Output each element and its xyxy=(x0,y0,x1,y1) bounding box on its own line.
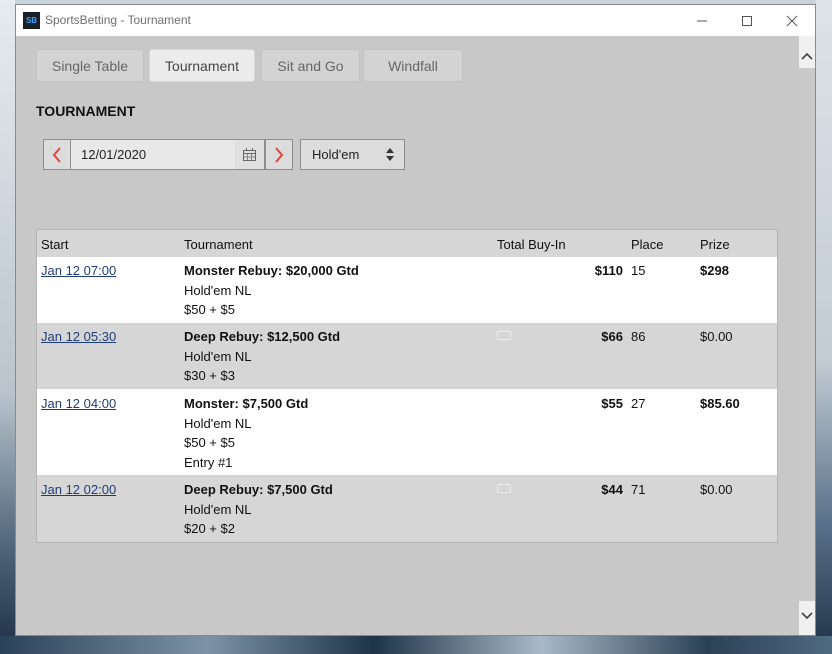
column-header-total-buy-in[interactable]: Total Buy-In xyxy=(497,237,566,252)
tournament-info: Deep Rebuy: $12,500 Gtd Hold'em NL $30 +… xyxy=(184,327,340,386)
tab-tournament[interactable]: Tournament xyxy=(149,49,255,82)
previous-date-button[interactable] xyxy=(43,139,71,170)
total-buy-in: $66 xyxy=(601,329,623,344)
tab-sit-and-go[interactable]: Sit and Go xyxy=(261,49,360,82)
calendar-icon xyxy=(243,148,256,161)
game-type-select[interactable]: Hold'em xyxy=(300,139,405,170)
main-content: Single Table Tournament Sit and Go Windf… xyxy=(16,36,799,635)
title-bar[interactable]: SB SportsBetting - Tournament xyxy=(16,5,815,36)
total-buy-in: $110 xyxy=(594,263,623,278)
total-buy-in: $44 xyxy=(601,482,623,497)
ticket-icon xyxy=(497,329,511,340)
desktop-background-right xyxy=(816,0,832,654)
place: 15 xyxy=(631,263,646,278)
place: 27 xyxy=(631,396,646,411)
start-time-link[interactable]: Jan 12 07:00 xyxy=(41,263,116,278)
table-row[interactable]: Jan 12 04:00 Monster: $7,500 Gtd Hold'em… xyxy=(37,389,777,475)
buy-in-fee: $20 + $2 xyxy=(184,521,235,536)
calendar-button[interactable] xyxy=(235,139,265,170)
tab-single-table[interactable]: Single Table xyxy=(36,49,144,82)
prize: $0.00 xyxy=(700,482,733,497)
tournament-info: Monster: $7,500 Gtd Hold'em NL $50 + $5 … xyxy=(184,394,308,472)
vertical-scrollbar[interactable] xyxy=(799,36,815,635)
scroll-up-button[interactable] xyxy=(799,46,815,66)
date-input[interactable]: 12/01/2020 xyxy=(70,139,236,170)
game-type: Hold'em NL xyxy=(184,415,252,431)
minimize-icon xyxy=(697,20,707,21)
tab-windfall[interactable]: Windfall xyxy=(363,49,463,82)
app-logo-icon: SB xyxy=(23,12,40,29)
maximize-icon xyxy=(742,15,752,26)
place: 71 xyxy=(631,482,646,497)
next-date-button[interactable] xyxy=(265,139,293,170)
sort-arrows-icon xyxy=(386,148,394,161)
start-time-link[interactable]: Jan 12 02:00 xyxy=(41,482,116,497)
tournament-table: Start Tournament Total Buy-In Place Priz… xyxy=(36,229,778,543)
prize: $85.60 xyxy=(700,396,740,411)
minimize-button[interactable] xyxy=(679,5,725,36)
table-row[interactable]: Jan 12 05:30 Deep Rebuy: $12,500 Gtd Hol… xyxy=(37,323,777,389)
chevron-up-icon xyxy=(801,52,813,60)
chevron-right-icon xyxy=(275,146,284,163)
column-header-tournament[interactable]: Tournament xyxy=(184,237,253,252)
scroll-down-button[interactable] xyxy=(799,606,815,626)
buy-in-fee: $50 + $5 xyxy=(184,435,235,450)
maximize-button[interactable] xyxy=(724,5,770,36)
game-type: Hold'em NL xyxy=(184,282,252,298)
tournament-name: Monster: $7,500 Gtd xyxy=(184,396,309,411)
buy-in-fee: $30 + $3 xyxy=(184,368,235,383)
scrollbar-thumb[interactable] xyxy=(799,68,815,601)
section-title: TOURNAMENT xyxy=(36,103,136,119)
entry-number: Entry #1 xyxy=(184,454,233,470)
game-type-value: Hold'em xyxy=(312,147,360,162)
column-header-prize[interactable]: Prize xyxy=(700,237,730,252)
window-title: SportsBetting - Tournament xyxy=(45,13,191,27)
table-row[interactable]: Jan 12 07:00 Monster Rebuy: $20,000 Gtd … xyxy=(37,257,777,323)
game-type: Hold'em NL xyxy=(184,348,252,364)
tournament-name: Deep Rebuy: $12,500 Gtd xyxy=(184,329,341,344)
chevron-down-icon xyxy=(801,612,813,620)
close-icon xyxy=(786,15,798,26)
table-row[interactable]: Jan 12 02:00 Deep Rebuy: $7,500 Gtd Hold… xyxy=(37,475,777,542)
tournament-info: Deep Rebuy: $7,500 Gtd Hold'em NL $20 + … xyxy=(184,480,333,539)
column-header-start[interactable]: Start xyxy=(41,237,68,252)
chevron-left-icon xyxy=(52,146,61,163)
game-type: Hold'em NL xyxy=(184,501,252,517)
close-button[interactable] xyxy=(769,5,815,36)
start-time-link[interactable]: Jan 12 04:00 xyxy=(41,396,116,411)
prize: $0.00 xyxy=(700,329,733,344)
table-header: Start Tournament Total Buy-In Place Priz… xyxy=(37,230,777,257)
ticket-icon xyxy=(497,482,511,493)
tournament-info: Monster Rebuy: $20,000 Gtd Hold'em NL $5… xyxy=(184,261,359,320)
buy-in-fee: $50 + $5 xyxy=(184,302,235,317)
desktop-background-left xyxy=(0,0,15,654)
column-header-place[interactable]: Place xyxy=(631,237,664,252)
app-window: SB SportsBetting - Tournament Single Tab… xyxy=(15,4,816,636)
tournament-name: Deep Rebuy: $7,500 Gtd xyxy=(184,482,333,497)
total-buy-in: $55 xyxy=(601,396,623,411)
start-time-link[interactable]: Jan 12 05:30 xyxy=(41,329,116,344)
desktop-background-bottom xyxy=(0,636,832,654)
tournament-name: Monster Rebuy: $20,000 Gtd xyxy=(184,263,359,278)
place: 86 xyxy=(631,329,646,344)
prize: $298 xyxy=(700,263,729,278)
